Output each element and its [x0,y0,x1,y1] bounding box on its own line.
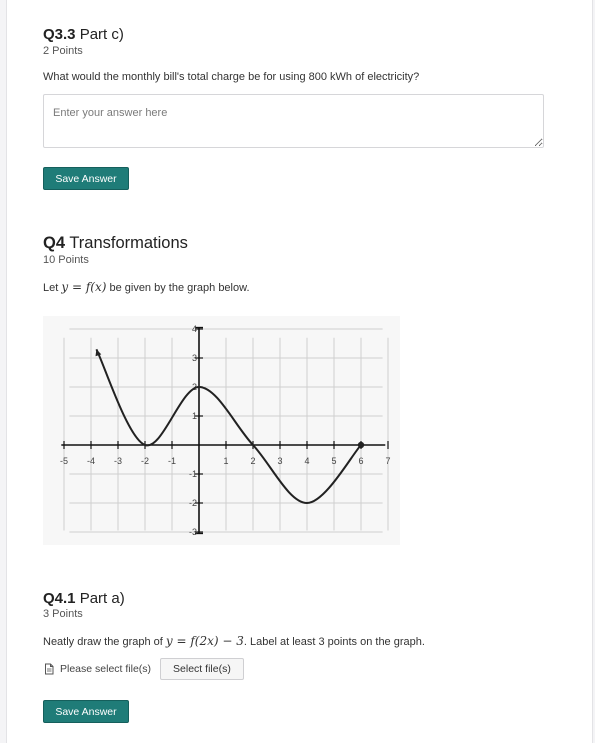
x-tick-label: -5 [60,456,68,466]
y-tick-label: -1 [189,469,197,479]
x-tick-label: 4 [304,456,309,466]
q3-3-save-answer-button[interactable]: Save Answer [43,167,129,190]
y-tick-label: 4 [192,324,197,334]
y-tick-label: -3 [189,527,197,537]
q3-3-prompt: What would the monthly bill's total char… [43,71,420,83]
q4-1-select-files-button[interactable]: Select file(s) [160,658,244,680]
q4-1-prompt-after: . Label at least 3 points on the graph. [243,636,425,648]
y-tick-label: 3 [192,353,197,363]
q4-points: 10 Points [43,254,89,266]
function-graph-svg: -5 -4 -3 -2 -1 1 2 3 4 5 6 74321-1-2-3 [60,324,391,537]
q4-1-save-answer-button[interactable]: Save Answer [43,700,129,723]
x-tick-label: 7 [385,456,390,466]
x-tick-label: 5 [331,456,336,466]
q3-3-number: Q3.3 [43,26,76,43]
x-tick-label: 1 [223,456,228,466]
q4-prompt-math: y = f(x) [61,280,107,294]
x-tick-label: -4 [87,456,95,466]
q4-1-prompt-math: y = f(2x) − 3 [165,634,244,648]
q4-title: Transformations [69,234,188,252]
q4-prompt-before: Let [43,282,62,294]
x-tick-label: 2 [250,456,255,466]
q4-1-file-label-text: Please select file(s) [60,663,152,675]
x-tick-label: -1 [168,456,176,466]
q4-prompt: Let y = f(x) be given by the graph below… [43,280,250,294]
y-tick-label: 1 [192,411,197,421]
curve-start-arrow [95,349,102,357]
file-icon [45,663,54,675]
q3-3-title: Part c) [79,26,124,43]
x-tick-label: -2 [141,456,149,466]
q4-1-title: Part a) [79,590,125,607]
x-tick-label: -3 [114,456,122,466]
x-tick-label: 6 [358,456,363,466]
y-tick-label: -2 [189,498,197,508]
q4-1-prompt-before: Neatly draw the graph of [43,636,166,648]
q3-3-heading: Q3.3 Part c) [43,26,124,43]
q4-prompt-after: be given by the graph below. [106,282,250,294]
q3-3-points: 2 Points [43,45,83,57]
q4-1-number: Q4.1 [43,590,76,607]
q4-1-prompt: Neatly draw the graph of y = f(2x) − 3. … [43,634,425,648]
curve-end-dot [357,441,365,449]
q4-1-heading: Q4.1 Part a) [43,590,125,607]
function-graph: -5 -4 -3 -2 -1 1 2 3 4 5 6 7 4 3 2 1 -1 -2 -3 [43,316,400,545]
x-tick-label: 3 [277,456,282,466]
q3-3-answer-input[interactable] [43,94,544,148]
q4-1-points: 3 Points [43,608,83,620]
function-curve [95,348,362,505]
q4-number: Q4 [43,234,66,252]
q4-1-file-label: Please select file(s) [43,663,151,675]
q4-1-file-upload: Please select file(s) Select file(s) [43,658,244,680]
q4-heading: Q4 Transformations [43,234,188,253]
